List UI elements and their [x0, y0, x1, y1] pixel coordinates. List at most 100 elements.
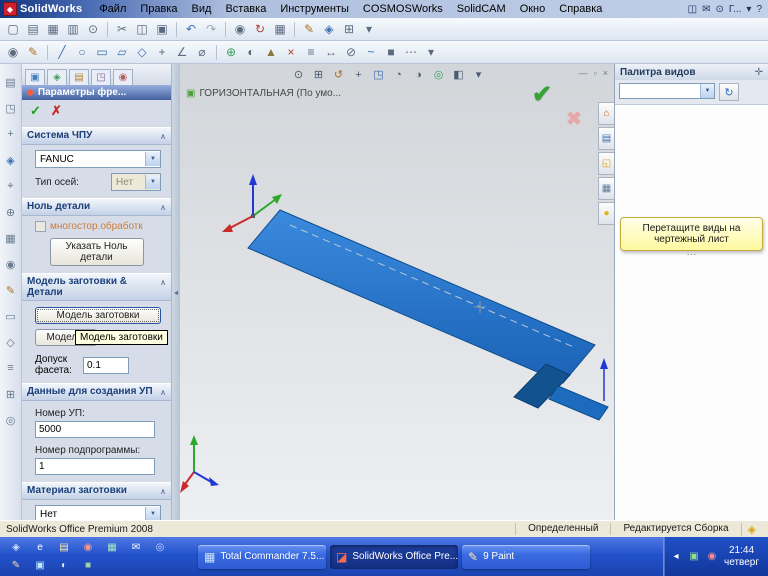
- clock[interactable]: 21:44 четверг: [724, 545, 759, 569]
- orientation-icon[interactable]: ◳: [3, 100, 19, 116]
- separator[interactable]: [294, 21, 295, 37]
- search-icon[interactable]: ⊙: [715, 4, 723, 15]
- task-total-commander[interactable]: ▦ Total Commander 7.5...: [198, 544, 326, 569]
- point-tool-icon[interactable]: +: [153, 43, 171, 61]
- paste-icon[interactable]: ▣: [153, 20, 171, 38]
- add-component-icon[interactable]: +: [3, 126, 19, 142]
- pattern-icon[interactable]: ▦: [3, 230, 19, 246]
- multi-side-checkbox[interactable]: [35, 221, 46, 232]
- open-icon[interactable]: ▤: [24, 20, 42, 38]
- configurationmanager-tab[interactable]: ▤: [69, 69, 89, 85]
- appearance-icon[interactable]: ◎: [430, 66, 447, 83]
- section-header-cnc[interactable]: Система ЧПУ ∧: [22, 127, 171, 145]
- quicklaunch-icon-2[interactable]: ◉: [78, 540, 98, 555]
- ok-button[interactable]: ✓: [30, 103, 41, 119]
- redo-icon[interactable]: ↷: [202, 20, 220, 38]
- chevron-down-icon[interactable]: ▾: [746, 4, 751, 15]
- zoom-icon[interactable]: ⊙: [290, 66, 307, 83]
- shaded-view-icon[interactable]: ◐: [242, 43, 260, 61]
- tray-status-icon-2[interactable]: ◉: [705, 550, 719, 564]
- help-icon[interactable]: ?: [756, 4, 762, 15]
- edit-component-icon[interactable]: ✎: [3, 282, 19, 298]
- graphics-viewport[interactable]: ⊙ ⊞ ↺ + ◳ ◔ ◑ ◎ ◧ ▾ — ▫ × ▣ ГОРИЗОНТАЛЬНАЯ (По умо.…: [180, 64, 614, 520]
- more-tools-icon[interactable]: ⋯: [402, 43, 420, 61]
- spline-tool-icon[interactable]: ~: [362, 43, 380, 61]
- cancel-button[interactable]: ✗: [51, 103, 62, 119]
- pushpin-icon[interactable]: ✛: [755, 67, 763, 78]
- featuremanager-tab[interactable]: ◈: [47, 69, 67, 85]
- stock-material-select[interactable]: Нет ▼: [35, 505, 161, 520]
- sketch-tool-icon[interactable]: ✎: [24, 43, 42, 61]
- select-tool-icon[interactable]: ◉: [4, 43, 22, 61]
- separator[interactable]: [225, 21, 226, 37]
- stock-model-button[interactable]: Модель заготовки: [35, 307, 161, 324]
- quicklaunch-ie-icon[interactable]: e: [30, 540, 50, 555]
- quicklaunch-icon-3[interactable]: ▦: [102, 540, 122, 555]
- menu-solidcam[interactable]: SolidCAM: [450, 2, 513, 16]
- section-header-stock-model[interactable]: Модель заготовки & Детали ∧: [22, 273, 171, 301]
- mirror-icon[interactable]: ↔: [322, 43, 340, 61]
- menu-view[interactable]: Вид: [185, 2, 219, 16]
- doc-group-label[interactable]: Г...: [729, 4, 742, 15]
- subprogram-number-field[interactable]: [35, 458, 155, 475]
- minimize-icon[interactable]: —: [579, 68, 588, 78]
- line-tool-icon[interactable]: ╱: [53, 43, 71, 61]
- zoom-to-area-icon[interactable]: ⊞: [310, 66, 327, 83]
- toolbar-options-icon[interactable]: ▾: [422, 43, 440, 61]
- separator[interactable]: [47, 44, 48, 60]
- feature-tree-icon[interactable]: ▤: [3, 74, 19, 90]
- design-library-tab[interactable]: ▤: [598, 127, 614, 150]
- dimxpert-tab[interactable]: ◳: [91, 69, 111, 85]
- menu-file[interactable]: Файл: [92, 2, 133, 16]
- exploded-view-icon[interactable]: ◇: [3, 334, 19, 350]
- copy-icon[interactable]: ◫: [133, 20, 151, 38]
- rectangle-tool-icon[interactable]: ▭: [93, 43, 111, 61]
- print-preview-icon[interactable]: ⊙: [84, 20, 102, 38]
- rebuild-icon[interactable]: ↻: [251, 20, 269, 38]
- quicklaunch-icon-8[interactable]: ■: [78, 558, 98, 573]
- quicklaunch-icon-6[interactable]: ▣: [30, 558, 50, 573]
- pan-icon[interactable]: +: [350, 66, 367, 83]
- circle-tool-icon[interactable]: ○: [73, 43, 91, 61]
- appearances-tab[interactable]: ●: [598, 202, 614, 225]
- quicklaunch-icon-1[interactable]: ◈: [6, 540, 26, 555]
- select-icon[interactable]: ◉: [231, 20, 249, 38]
- diameter-dimension-icon[interactable]: ⌀: [193, 43, 211, 61]
- task-solidworks[interactable]: ◪ SolidWorks Office Pre...: [330, 544, 458, 569]
- close-icon[interactable]: ×: [603, 68, 608, 78]
- facet-tolerance-field[interactable]: [83, 356, 129, 374]
- task-paint[interactable]: ✎ 9 Paint: [462, 544, 590, 569]
- rotate-component-icon[interactable]: ⊕: [3, 204, 19, 220]
- solidworks-resources-tab[interactable]: ⌂: [598, 102, 614, 125]
- quicklaunch-icon-5[interactable]: ✎: [6, 558, 26, 573]
- quicklaunch-icon-7[interactable]: ◐: [54, 558, 74, 573]
- grid-icon[interactable]: ⊞: [340, 20, 358, 38]
- mate-icon[interactable]: ◈: [3, 152, 19, 168]
- tray-status-icon-1[interactable]: ▣: [687, 550, 701, 564]
- menu-insert[interactable]: Вставка: [218, 2, 273, 16]
- menu-window[interactable]: Окно: [513, 2, 553, 16]
- set-part-zero-button[interactable]: Указать Ноль детали: [49, 238, 144, 266]
- features-icon[interactable]: ◈: [320, 20, 338, 38]
- options-icon[interactable]: ▦: [271, 20, 289, 38]
- relations-icon[interactable]: ⊕: [222, 43, 240, 61]
- rotate-view-icon[interactable]: ↺: [330, 66, 347, 83]
- save-icon[interactable]: ▦: [44, 20, 62, 38]
- confirm-ok-button[interactable]: ✔: [532, 80, 552, 109]
- window-split-icon[interactable]: ◫: [688, 4, 697, 15]
- toolbar-options-icon[interactable]: ▾: [360, 20, 378, 38]
- polygon-tool-icon[interactable]: ◇: [133, 43, 151, 61]
- displaymanager-tab[interactable]: ◉: [113, 69, 133, 85]
- assembly-grid-icon[interactable]: ⊞: [3, 386, 19, 402]
- quicklaunch-explorer-icon[interactable]: ▤: [54, 540, 74, 555]
- separator[interactable]: [107, 21, 108, 37]
- section-header-stock-material[interactable]: Материал заготовки ∧: [22, 482, 171, 500]
- chevron-down-icon[interactable]: ▾: [470, 66, 487, 83]
- quicklaunch-mail-icon[interactable]: ✉: [126, 540, 146, 555]
- confirm-cancel-button[interactable]: ✖: [566, 108, 582, 131]
- refresh-button[interactable]: ↻: [719, 83, 739, 101]
- sketch-icon[interactable]: ✎: [300, 20, 318, 38]
- cut-icon[interactable]: ✂: [113, 20, 131, 38]
- undo-icon[interactable]: ↶: [182, 20, 200, 38]
- view-orientation-icon[interactable]: ◳: [370, 66, 387, 83]
